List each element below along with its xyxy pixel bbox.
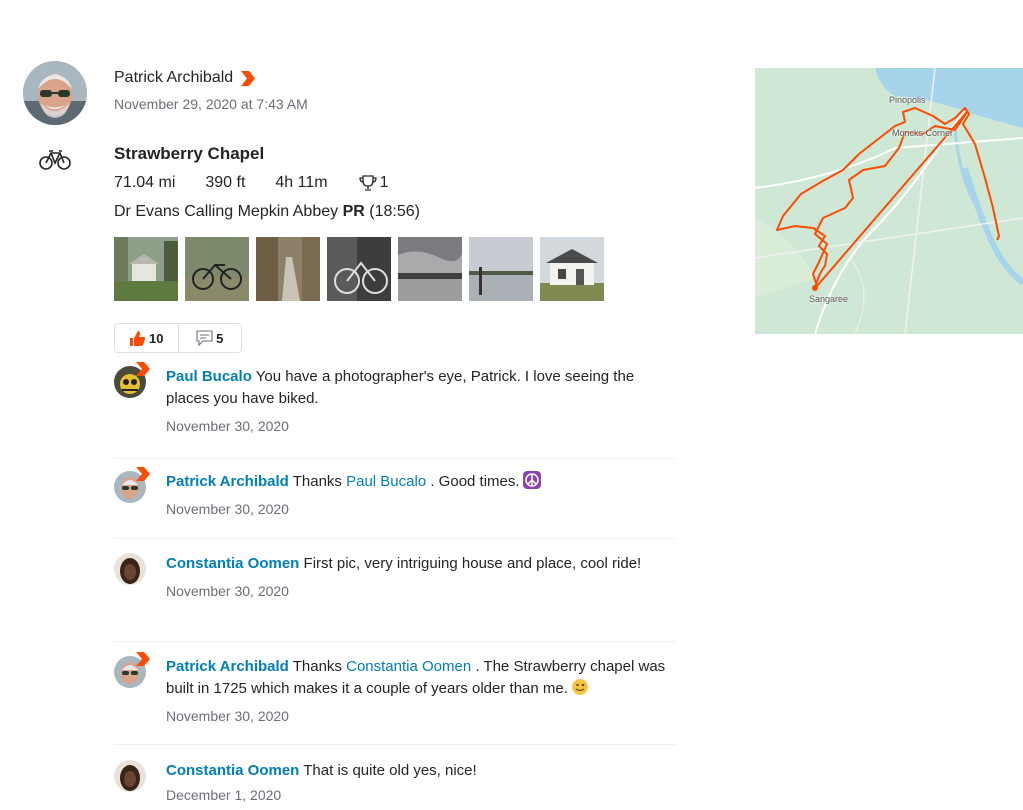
activity-timestamp: November 29, 2020 at 7:43 AM: [114, 96, 308, 112]
activity-photo[interactable]: [398, 237, 462, 301]
comment-date: December 1, 2020: [166, 787, 282, 803]
comment-item: Patrick Archibald Thanks Paul Bucalo . G…: [114, 459, 676, 539]
comments-button[interactable]: 5: [179, 324, 242, 352]
trophy-icon: [358, 175, 377, 191]
comment-item: Constantia Oomen That is quite old yes, …: [114, 745, 676, 805]
athlete-name[interactable]: Patrick Archibald: [114, 69, 233, 87]
commenter-avatar[interactable]: [114, 760, 146, 792]
comment-author[interactable]: Paul Bucalo: [166, 368, 252, 385]
commenter-avatar[interactable]: [114, 553, 146, 585]
activity-photo[interactable]: [185, 237, 249, 301]
activity-photo[interactable]: [469, 237, 533, 301]
activity-photo[interactable]: [256, 237, 320, 301]
wink-icon: [571, 679, 588, 695]
comment-mention[interactable]: Constantia Oomen: [346, 658, 471, 675]
comment-body: Patrick Archibald Thanks Paul Bucalo . G…: [166, 471, 676, 538]
activity-photo[interactable]: [540, 237, 604, 301]
comment-body: Constantia Oomen First pic, very intrigu…: [166, 553, 676, 641]
comment-icon: [196, 330, 213, 346]
subscriber-badge-icon: [136, 467, 150, 481]
route-map[interactable]: Pinopolis Moncks Corner Sangaree: [755, 68, 1023, 334]
comment-date: November 30, 2020: [166, 583, 289, 599]
comment-author[interactable]: Patrick Archibald: [166, 658, 289, 675]
comment-body: Patrick Archibald Thanks Constantia Oome…: [166, 656, 676, 744]
photo-strip: [114, 237, 611, 301]
comment-mention[interactable]: Paul Bucalo: [346, 473, 426, 490]
pr-time: (18:56): [369, 203, 420, 220]
comment-date: November 30, 2020: [166, 708, 289, 724]
stat-time: 4h 11m: [275, 174, 328, 191]
comment-author[interactable]: Constantia Oomen: [166, 762, 299, 779]
comment-body: Paul Bucalo You have a photographer's ey…: [166, 366, 676, 458]
pr-label: PR: [342, 203, 365, 220]
subscriber-badge-icon: [136, 652, 150, 666]
comment-item: Paul Bucalo You have a photographer's ey…: [114, 362, 676, 459]
commenter-avatar[interactable]: [114, 652, 150, 688]
subscriber-badge-icon: [241, 70, 256, 86]
athlete-header: Patrick Archibald: [114, 69, 256, 87]
activity-title[interactable]: Strawberry Chapel: [114, 144, 264, 164]
comment-count: 5: [216, 330, 224, 346]
activity-photo[interactable]: [327, 237, 391, 301]
comment-list: Paul Bucalo You have a photographer's ey…: [114, 362, 676, 805]
comment-body: Constantia Oomen That is quite old yes, …: [166, 760, 676, 805]
comment-author[interactable]: Patrick Archibald: [166, 473, 289, 490]
kudos-count: 10: [149, 330, 164, 346]
commenter-avatar[interactable]: [114, 362, 150, 398]
athlete-avatar[interactable]: [23, 61, 87, 125]
map-label-sangaree: Sangaree: [809, 294, 849, 304]
map-label-moncks-corner: Moncks Corner: [892, 128, 954, 138]
activity-photo[interactable]: [114, 237, 178, 301]
commenter-avatar[interactable]: [114, 467, 150, 503]
stat-elevation: 390 ft: [205, 174, 246, 191]
peace-icon: [522, 471, 541, 489]
segment-name: Dr Evans Calling Mepkin Abbey: [114, 203, 339, 220]
comment-text: Thanks: [292, 658, 342, 675]
comment-date: November 30, 2020: [166, 418, 289, 434]
route-map-graphic: [755, 68, 1023, 334]
segment-pr[interactable]: Dr Evans Calling Mepkin Abbey PR (18:56): [114, 203, 420, 221]
comment-text: First pic, very intriguing house and pla…: [303, 555, 642, 572]
stat-distance: 71.04 mi: [114, 174, 176, 191]
kudos-button[interactable]: 10: [115, 324, 179, 352]
comment-text: Thanks: [292, 473, 342, 490]
stat-achievements: 1: [358, 174, 389, 192]
thumbs-up-icon: [130, 330, 146, 346]
comment-text: That is quite old yes, nice!: [303, 762, 477, 779]
subscriber-badge-icon: [136, 362, 150, 376]
comment-date: November 30, 2020: [166, 501, 289, 517]
social-bar: 10 5: [114, 323, 242, 353]
map-label-pinopolis: Pinopolis: [889, 95, 926, 105]
comment-author[interactable]: Constantia Oomen: [166, 555, 299, 572]
bike-icon: [38, 148, 72, 170]
comment-item: Patrick Archibald Thanks Constantia Oome…: [114, 642, 676, 745]
achievement-count: 1: [379, 174, 389, 191]
activity-stats: 71.04 mi 390 ft 4h 11m 1: [114, 174, 389, 192]
comment-text-after: . Good times.: [430, 473, 520, 490]
comment-item: Constantia Oomen First pic, very intrigu…: [114, 539, 676, 642]
